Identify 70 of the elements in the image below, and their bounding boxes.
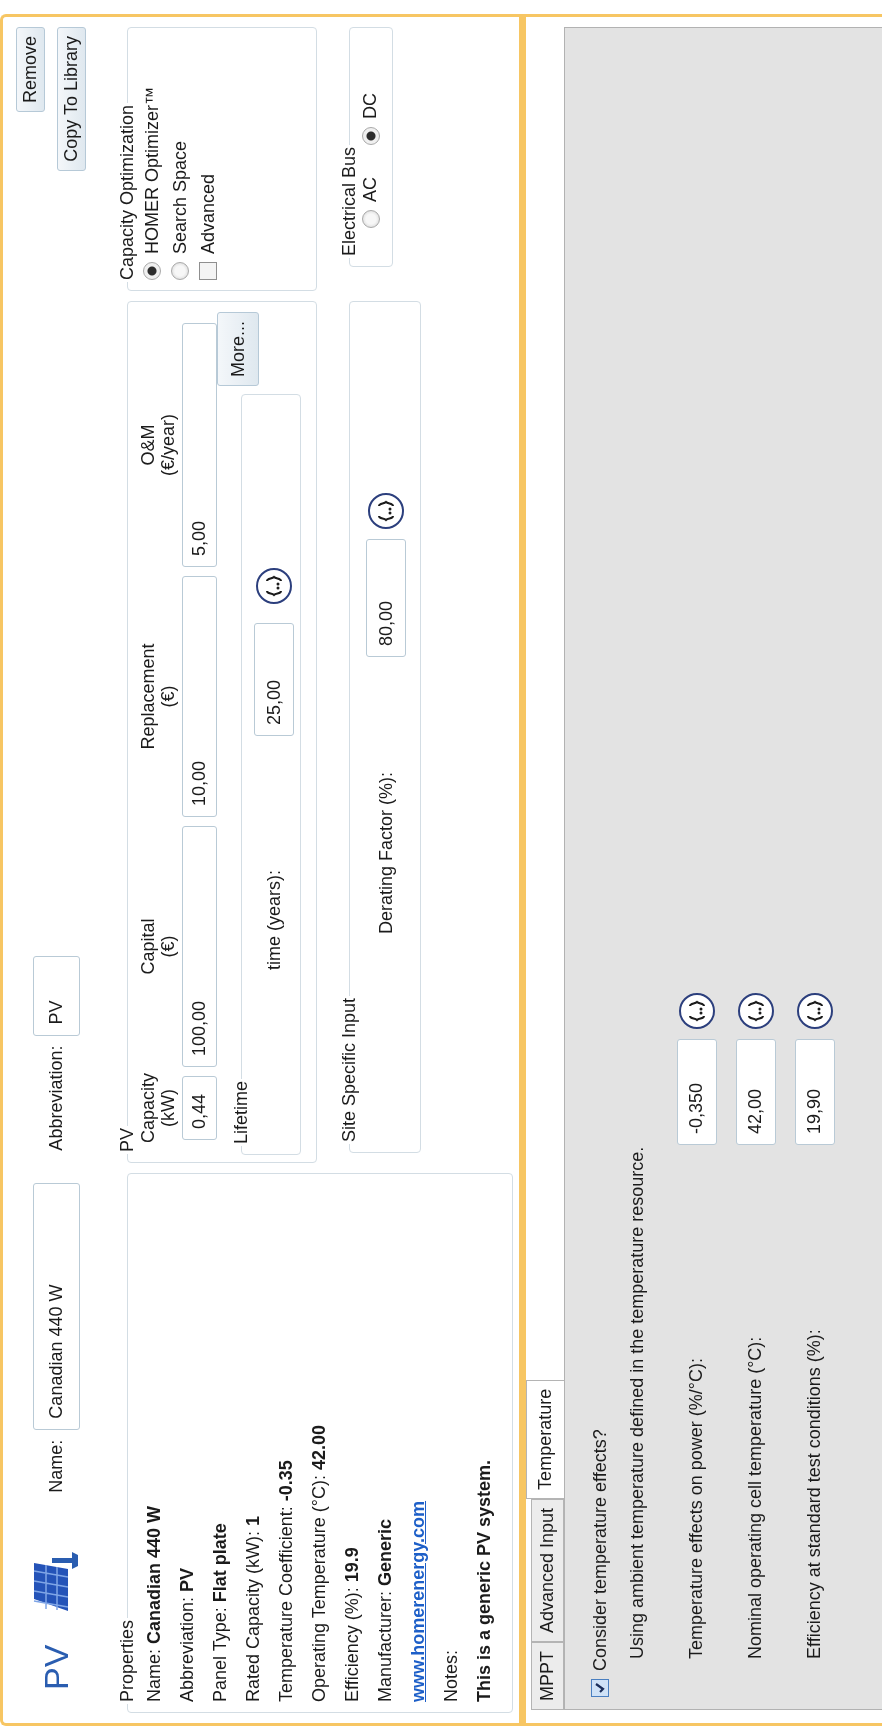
parameter-label: Nominal operating cell temperature (°C): bbox=[745, 1335, 766, 1659]
property-text: Rated Capacity (kW): 1 bbox=[242, 1514, 264, 1702]
column-header: Replacement (€) bbox=[138, 643, 178, 750]
cost-field[interactable]: 100,00 bbox=[182, 826, 217, 1067]
derating-field[interactable]: 80,00 bbox=[366, 538, 406, 657]
group-title: Site Specific Input bbox=[339, 996, 360, 1144]
property-text: Name: Canadian 440 W bbox=[143, 1504, 165, 1702]
checkbox[interactable] bbox=[199, 262, 217, 280]
check-icon bbox=[594, 1682, 606, 1694]
column-header: O&M (€/year) bbox=[138, 414, 178, 476]
option-label: HOMER Optimizer™ bbox=[141, 87, 163, 254]
name-label: Name: bbox=[45, 1439, 67, 1493]
braces-icon bbox=[266, 575, 282, 597]
group-title: Properties bbox=[117, 1618, 138, 1704]
option-label: Advanced bbox=[197, 173, 219, 254]
abbreviation-label: Abbreviation: bbox=[45, 1045, 67, 1151]
lifetime-label: time (years): bbox=[263, 870, 285, 970]
website-link[interactable]: www.homerenergy.com bbox=[408, 1500, 428, 1702]
braces-icon bbox=[747, 1000, 764, 1022]
option-label: Search Space bbox=[169, 140, 191, 254]
parameter-field[interactable]: 19,90 bbox=[794, 1039, 835, 1145]
group-title: Electrical Bus bbox=[339, 145, 360, 258]
tab[interactable]: Temperature bbox=[526, 1379, 564, 1499]
property-text: Temperature Coefficient: -0.35 bbox=[275, 1459, 297, 1702]
group-title: Capacity Optimization bbox=[117, 103, 138, 282]
option-label: DC bbox=[360, 93, 381, 119]
group-title: Lifetime bbox=[231, 1079, 252, 1146]
abbreviation-field[interactable]: PV bbox=[32, 955, 80, 1036]
resource-button[interactable] bbox=[796, 993, 833, 1029]
option-label: AC bbox=[360, 177, 381, 202]
checkbox[interactable] bbox=[591, 1679, 609, 1697]
column-header: Capital (€) bbox=[138, 918, 178, 975]
property-text: Efficiency (%): 19.9 bbox=[341, 1546, 363, 1702]
property-text: Abbreviation: PV bbox=[176, 1566, 198, 1702]
parameter-label: Efficiency at standard test conditions (%): bbox=[804, 1328, 825, 1659]
parameter-field[interactable]: -0,350 bbox=[676, 1039, 717, 1145]
component-title: PV bbox=[36, 1644, 76, 1690]
property-text: Panel Type: Flat plate bbox=[209, 1522, 231, 1702]
cost-field[interactable]: 5,00 bbox=[182, 323, 217, 567]
resource-button[interactable] bbox=[737, 993, 774, 1029]
cost-field[interactable]: 10,00 bbox=[182, 576, 217, 817]
braces-icon bbox=[688, 1000, 705, 1022]
tab[interactable]: MPPT bbox=[531, 1642, 564, 1710]
radio-button[interactable] bbox=[143, 262, 161, 280]
notes-label: Notes: bbox=[440, 1648, 462, 1702]
resource-button[interactable] bbox=[256, 568, 292, 604]
remove-button[interactable]: Remove bbox=[16, 27, 45, 113]
property-text: Operating Temperature (°C): 42.00 bbox=[308, 1424, 330, 1702]
resource-button[interactable] bbox=[678, 993, 715, 1029]
parameter-field[interactable]: 42,00 bbox=[735, 1039, 776, 1145]
notes-text: This is a generic PV system. bbox=[473, 1458, 495, 1702]
radio-button[interactable] bbox=[171, 262, 189, 280]
checkbox-label: Consider temperature effects? bbox=[589, 1429, 611, 1671]
radio-button[interactable] bbox=[361, 127, 380, 145]
derating-label: Derating Factor (%): bbox=[375, 771, 397, 934]
tab[interactable]: Advanced Input bbox=[531, 1498, 564, 1642]
braces-icon bbox=[378, 499, 394, 522]
more-button[interactable]: More... bbox=[217, 312, 259, 386]
column-header: Capacity (kW) bbox=[138, 1073, 178, 1143]
copy-button[interactable]: Copy To Library bbox=[57, 27, 86, 171]
parameter-label: Temperature effects on power (%/°C): bbox=[686, 1357, 707, 1659]
resource-button[interactable] bbox=[368, 492, 404, 529]
lifetime-field[interactable]: 25,00 bbox=[254, 623, 294, 736]
name-field[interactable]: Canadian 440 W bbox=[32, 1182, 80, 1430]
group-title: PV bbox=[117, 1127, 138, 1154]
braces-icon bbox=[806, 1000, 823, 1022]
note-text: Using ambient temperature defined in the temperature resource. bbox=[627, 1146, 647, 1659]
cost-field[interactable]: 0,44 bbox=[182, 1076, 217, 1140]
property-text: Manufacturer: Generic bbox=[374, 1517, 396, 1702]
radio-button[interactable] bbox=[361, 210, 380, 228]
